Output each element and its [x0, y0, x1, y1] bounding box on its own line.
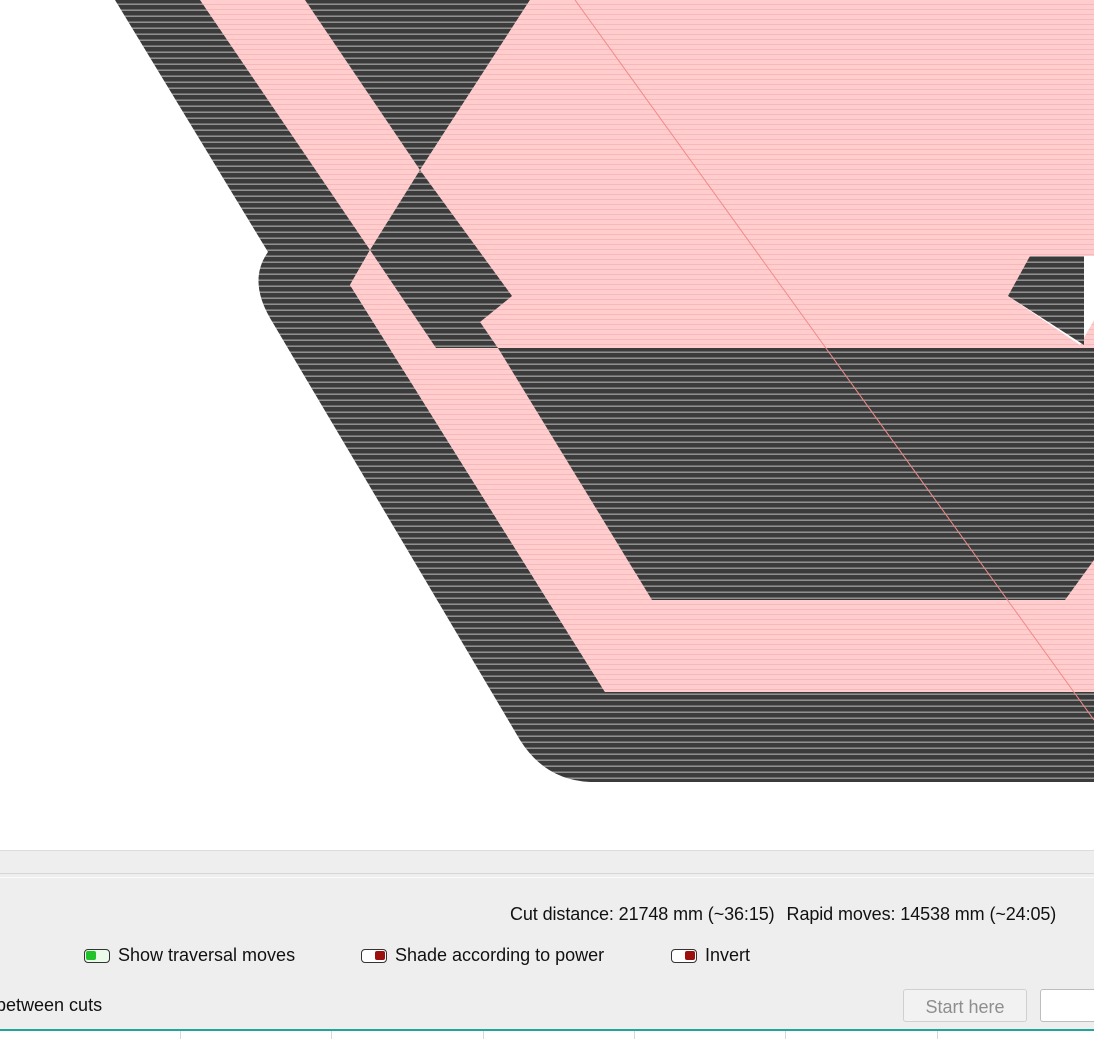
- column-divider: [483, 1031, 484, 1039]
- invert-toggle[interactable]: Invert: [671, 945, 750, 966]
- preview-control-panel: Cut distance: 21748 mm (~36:15) Rapid mov…: [0, 850, 1094, 1039]
- toggle-switch-off-icon[interactable]: [671, 948, 697, 963]
- rapid-moves-text: Rapid moves: 14538 mm (~24:05): [786, 904, 1057, 924]
- column-divider: [634, 1031, 635, 1039]
- preview-svg: [80, 0, 1094, 782]
- show-traversal-label: Show traversal moves: [118, 945, 296, 965]
- cut-distance-text: Cut distance: 21748 mm (~36:15): [510, 904, 775, 924]
- table-header: [0, 1029, 1094, 1039]
- column-divider: [331, 1031, 332, 1039]
- display-options: Show traversal moves Shade according to …: [0, 945, 1094, 971]
- value-input[interactable]: [1040, 989, 1094, 1022]
- shade-power-toggle[interactable]: Shade according to power: [361, 945, 604, 966]
- show-traversal-toggle[interactable]: Show traversal moves: [84, 945, 295, 966]
- panel-divider: [0, 873, 1094, 878]
- column-divider: [937, 1031, 938, 1039]
- column-divider: [785, 1031, 786, 1039]
- column-divider: [180, 1031, 181, 1039]
- bottom-controls: between cuts Start here: [0, 987, 1094, 1025]
- toggle-switch-off-icon[interactable]: [361, 948, 387, 963]
- between-cuts-label: between cuts: [0, 995, 103, 1015]
- start-here-button[interactable]: Start here: [903, 989, 1027, 1022]
- invert-label: Invert: [705, 945, 751, 965]
- toggle-switch-on-icon[interactable]: [84, 948, 110, 963]
- job-stats: Cut distance: 21748 mm (~36:15) Rapid mov…: [510, 904, 1068, 925]
- laser-preview-canvas[interactable]: [0, 0, 1094, 850]
- shade-power-label: Shade according to power: [395, 945, 605, 965]
